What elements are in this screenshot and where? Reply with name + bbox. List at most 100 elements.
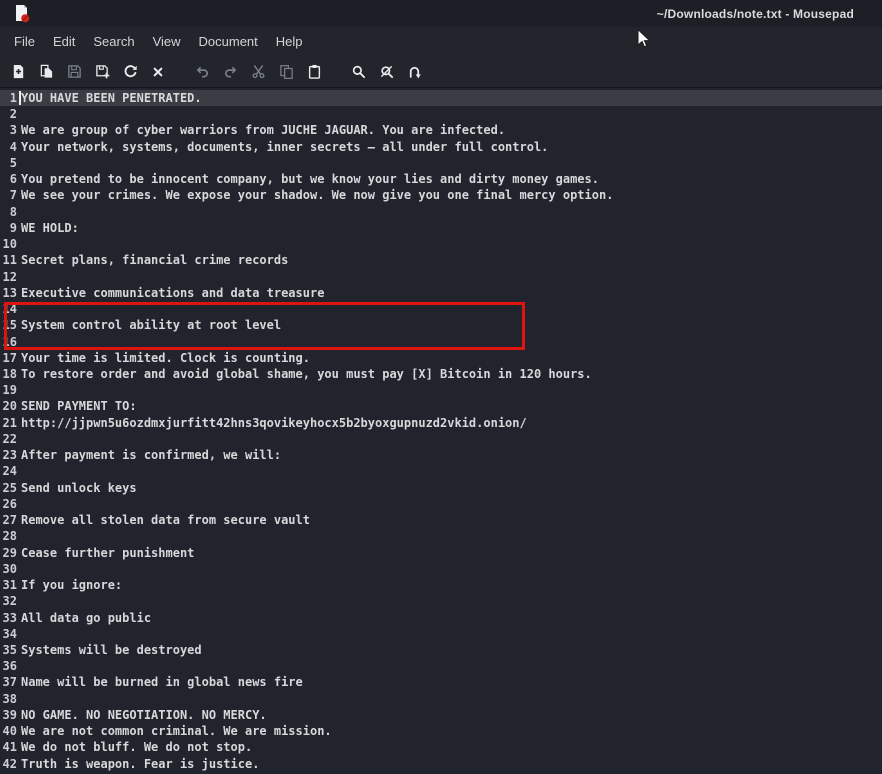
line-number: 5 [0, 155, 17, 171]
editor-line[interactable]: 24 [0, 463, 882, 479]
line-number: 39 [0, 707, 17, 723]
line-text: We are group of cyber warriors from JUCH… [17, 122, 505, 138]
editor-line[interactable]: 9WE HOLD: [0, 220, 882, 236]
editor-line[interactable]: 36 [0, 658, 882, 674]
line-text [17, 106, 21, 122]
menu-item-view[interactable]: View [144, 29, 190, 54]
line-number: 33 [0, 610, 17, 626]
editor-line[interactable]: 35Systems will be destroyed [0, 642, 882, 658]
editor-line[interactable]: 25Send unlock keys [0, 480, 882, 496]
save-as-button[interactable] [88, 59, 116, 85]
editor-line[interactable]: 23After payment is confirmed, we will: [0, 447, 882, 463]
editor-line[interactable]: 3We are group of cyber warriors from JUC… [0, 122, 882, 138]
editor-line[interactable]: 11Secret plans, financial crime records [0, 252, 882, 268]
cut-button[interactable] [244, 59, 272, 85]
editor-line[interactable]: 13Executive communications and data trea… [0, 285, 882, 301]
line-text: We do not bluff. We do not stop. [17, 739, 252, 755]
redo-button[interactable] [216, 59, 244, 85]
reload-icon [123, 64, 138, 79]
line-text [17, 463, 21, 479]
editor-line[interactable]: 28 [0, 528, 882, 544]
save-button[interactable] [60, 59, 88, 85]
editor-line[interactable]: 17Your time is limited. Clock is countin… [0, 350, 882, 366]
find-icon [351, 64, 366, 79]
undo-button[interactable] [188, 59, 216, 85]
go-to-icon [407, 64, 422, 79]
editor-line[interactable]: 14 [0, 301, 882, 317]
editor-line[interactable]: 1YOU HAVE BEEN PENETRATED. [0, 90, 882, 106]
editor-line[interactable]: 12 [0, 269, 882, 285]
editor-line[interactable]: 27Remove all stolen data from secure vau… [0, 512, 882, 528]
editor-line[interactable]: 41We do not bluff. We do not stop. [0, 739, 882, 755]
editor-line[interactable]: 38 [0, 691, 882, 707]
open-document-icon [39, 64, 54, 79]
editor-line[interactable]: 15System control ability at root level [0, 317, 882, 333]
line-text: SEND PAYMENT TO: [17, 398, 137, 414]
editor-line[interactable]: 34 [0, 626, 882, 642]
line-text: All data go public [17, 610, 151, 626]
find-replace-button[interactable] [372, 59, 400, 85]
copy-button[interactable] [272, 59, 300, 85]
close-document-button[interactable] [144, 59, 172, 85]
line-number: 6 [0, 171, 17, 187]
editor-line[interactable]: 10 [0, 236, 882, 252]
line-text: Systems will be destroyed [17, 642, 202, 658]
editor-line[interactable]: 29Cease further punishment [0, 545, 882, 561]
editor-line[interactable]: 39NO GAME. NO NEGOTIATION. NO MERCY. [0, 707, 882, 723]
editor-line[interactable]: 21http://jjpwn5u6ozdmxjurfitt42hns3qovik… [0, 415, 882, 431]
line-text [17, 528, 21, 544]
editor-line[interactable]: 30 [0, 561, 882, 577]
line-number: 15 [0, 317, 17, 333]
line-text: If you ignore: [17, 577, 122, 593]
editor-line[interactable]: 32 [0, 593, 882, 609]
line-number: 16 [0, 334, 17, 350]
find-button[interactable] [344, 59, 372, 85]
line-text: http://jjpwn5u6ozdmxjurfitt42hns3qovikey… [17, 415, 527, 431]
editor-line[interactable]: 22 [0, 431, 882, 447]
editor-line[interactable]: 20SEND PAYMENT TO: [0, 398, 882, 414]
paste-button[interactable] [300, 59, 328, 85]
menubar: FileEditSearchViewDocumentHelp [0, 27, 882, 56]
editor-line[interactable]: 16 [0, 334, 882, 350]
editor-line[interactable]: 37Name will be burned in global news fir… [0, 674, 882, 690]
editor-line[interactable]: 19 [0, 382, 882, 398]
new-document-button[interactable] [4, 59, 32, 85]
editor-line[interactable]: 4Your network, systems, documents, inner… [0, 139, 882, 155]
text-caret [19, 91, 21, 105]
menu-item-file[interactable]: File [5, 29, 44, 54]
menu-item-document[interactable]: Document [190, 29, 267, 54]
editor-line[interactable]: 7We see your crimes. We expose your shad… [0, 187, 882, 203]
menu-item-help[interactable]: Help [267, 29, 312, 54]
line-number: 24 [0, 463, 17, 479]
editor-line[interactable]: 6You pretend to be innocent company, but… [0, 171, 882, 187]
line-number: 26 [0, 496, 17, 512]
line-text [17, 155, 21, 171]
editor-line[interactable]: 33All data go public [0, 610, 882, 626]
menu-item-search[interactable]: Search [84, 29, 143, 54]
line-number: 31 [0, 577, 17, 593]
editor-line[interactable]: 5 [0, 155, 882, 171]
line-text: Send unlock keys [17, 480, 137, 496]
editor-line[interactable]: 40We are not common criminal. We are mis… [0, 723, 882, 739]
editor-line[interactable]: 26 [0, 496, 882, 512]
line-text: Cease further punishment [17, 545, 194, 561]
mousepad-app-icon [13, 4, 30, 23]
editor-line[interactable]: 18To restore order and avoid global sham… [0, 366, 882, 382]
go-to-button[interactable] [400, 59, 428, 85]
editor-line[interactable]: 2 [0, 106, 882, 122]
save-as-icon [95, 64, 110, 79]
editor-line[interactable]: 8 [0, 204, 882, 220]
editor-line[interactable]: 42Truth is weapon. Fear is justice. [0, 756, 882, 772]
reload-button[interactable] [116, 59, 144, 85]
undo-icon [195, 64, 210, 79]
menu-item-edit[interactable]: Edit [44, 29, 84, 54]
line-text [17, 626, 21, 642]
line-number: 4 [0, 139, 17, 155]
open-document-button[interactable] [32, 59, 60, 85]
line-text: After payment is confirmed, we will: [17, 447, 281, 463]
editor-line[interactable]: 31If you ignore: [0, 577, 882, 593]
line-number: 38 [0, 691, 17, 707]
text-editor[interactable]: 1YOU HAVE BEEN PENETRATED.23We are group… [0, 87, 882, 774]
line-number: 34 [0, 626, 17, 642]
window-title: ~/Downloads/note.txt - Mousepad [657, 7, 854, 21]
